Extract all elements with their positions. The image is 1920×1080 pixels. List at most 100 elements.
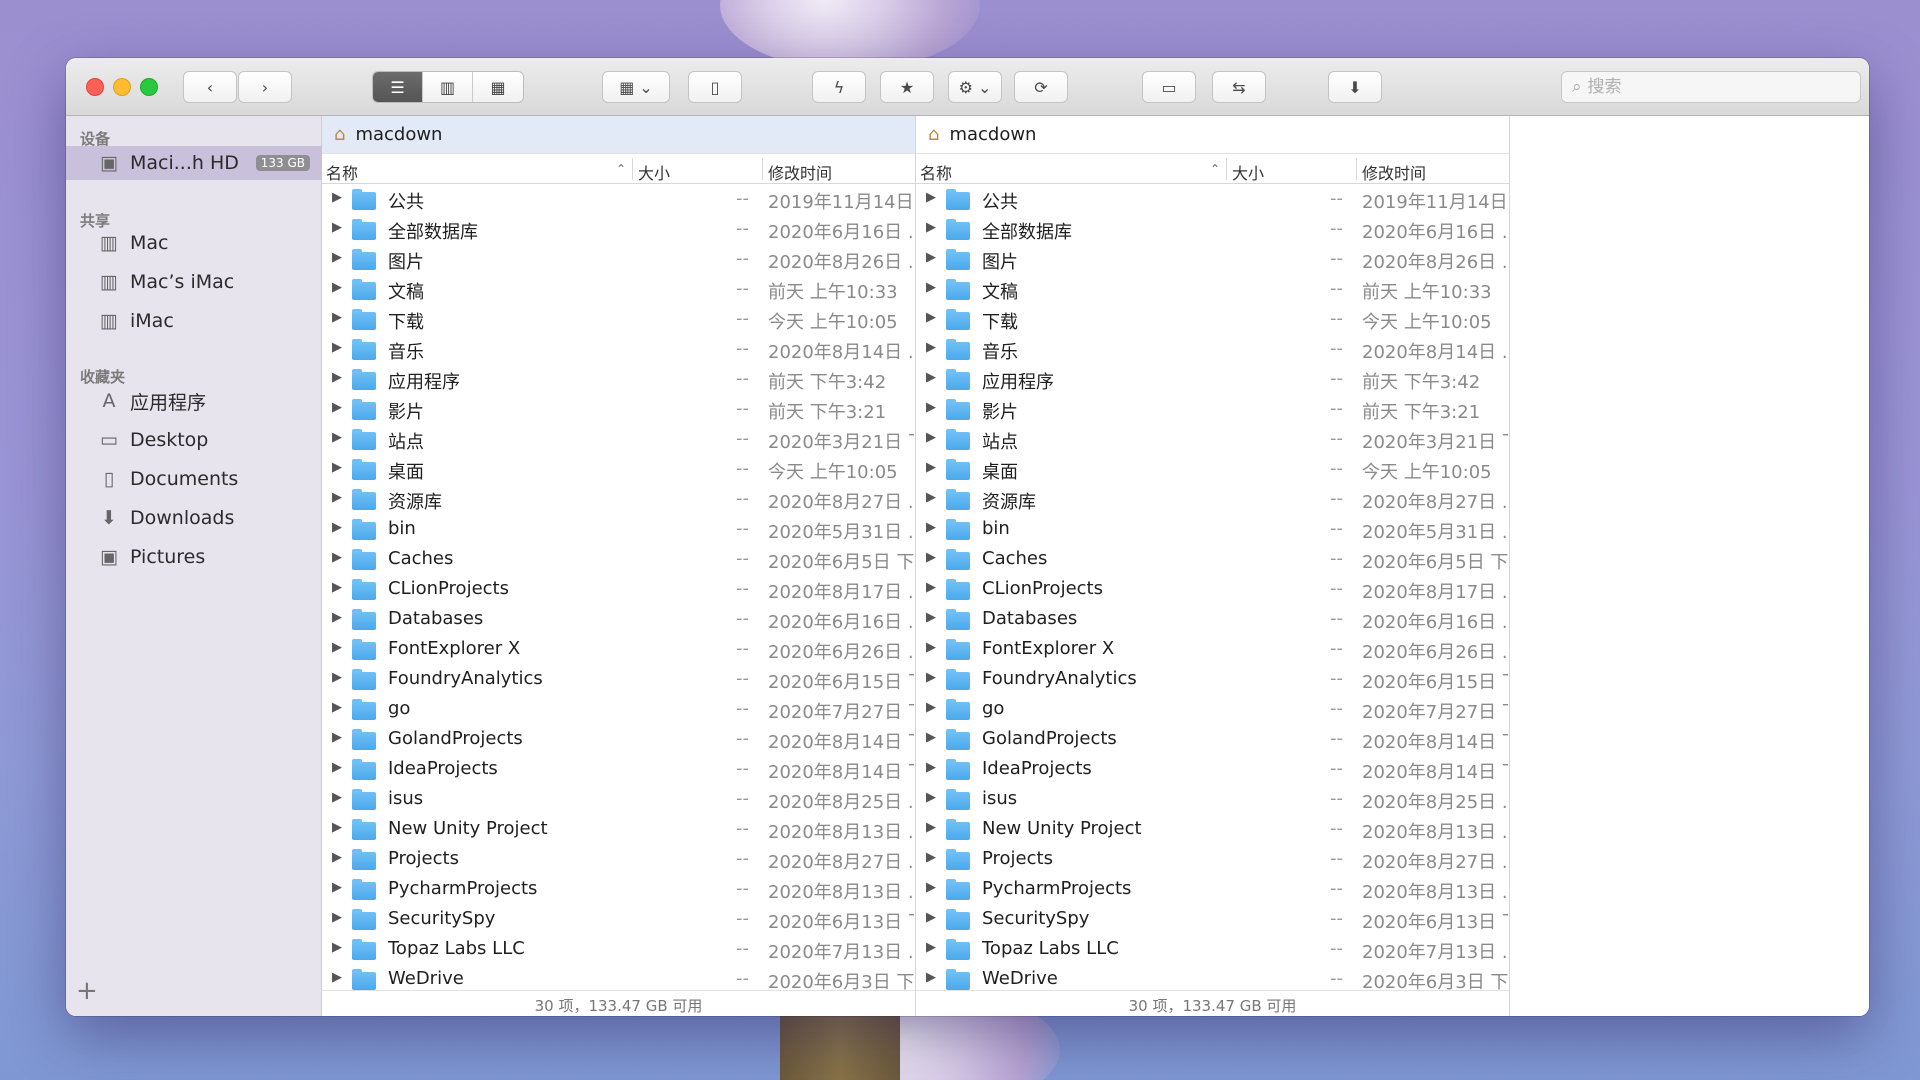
disclosure-triangle-icon[interactable]: ▶	[926, 520, 936, 535]
quick-action-button[interactable]: ϟ	[812, 71, 866, 103]
column-divider[interactable]	[632, 158, 633, 180]
path-bar[interactable]: ⌂ macdown	[322, 116, 915, 154]
table-row[interactable]: ▶ 桌面 -- 今天 上午10:05	[916, 455, 1509, 485]
disclosure-triangle-icon[interactable]: ▶	[926, 880, 936, 895]
disclosure-triangle-icon[interactable]: ▶	[926, 250, 936, 265]
table-row[interactable]: ▶ PycharmProjects -- 2020年8月13日 ...	[322, 875, 915, 905]
disclosure-triangle-icon[interactable]: ▶	[332, 490, 342, 505]
disclosure-triangle-icon[interactable]: ▶	[332, 940, 342, 955]
column-size-header[interactable]: 大小	[638, 160, 670, 184]
table-row[interactable]: ▶ 公共 -- 2019年11月14日	[322, 185, 915, 215]
disclosure-triangle-icon[interactable]: ▶	[926, 370, 936, 385]
disclosure-triangle-icon[interactable]: ▶	[332, 460, 342, 475]
column-modified-header[interactable]: 修改时间	[768, 160, 832, 184]
table-row[interactable]: ▶ 资源库 -- 2020年8月27日 ...	[322, 485, 915, 515]
table-row[interactable]: ▶ 图片 -- 2020年8月26日 ...	[916, 245, 1509, 275]
icon-view-icon[interactable]: ▦	[473, 72, 523, 102]
new-file-button[interactable]: ▯	[688, 71, 742, 103]
disclosure-triangle-icon[interactable]: ▶	[332, 970, 342, 985]
table-row[interactable]: ▶ CLionProjects -- 2020年8月17日 ...	[322, 575, 915, 605]
disclosure-triangle-icon[interactable]: ▶	[332, 820, 342, 835]
disclosure-triangle-icon[interactable]: ▶	[926, 910, 936, 925]
disclosure-triangle-icon[interactable]: ▶	[332, 610, 342, 625]
disclosure-triangle-icon[interactable]: ▶	[332, 640, 342, 655]
disclosure-triangle-icon[interactable]: ▶	[332, 190, 342, 205]
disclosure-triangle-icon[interactable]: ▶	[926, 730, 936, 745]
table-row[interactable]: ▶ 应用程序 -- 前天 下午3:42	[916, 365, 1509, 395]
table-row[interactable]: ▶ Projects -- 2020年8月27日 ...	[916, 845, 1509, 875]
table-row[interactable]: ▶ isus -- 2020年8月25日 ...	[916, 785, 1509, 815]
disclosure-triangle-icon[interactable]: ▶	[332, 430, 342, 445]
disclosure-triangle-icon[interactable]: ▶	[926, 940, 936, 955]
search-field[interactable]: ⌕	[1561, 71, 1861, 103]
disclosure-triangle-icon[interactable]: ▶	[332, 550, 342, 565]
table-row[interactable]: ▶ New Unity Project -- 2020年8月13日 ...	[916, 815, 1509, 845]
table-row[interactable]: ▶ 资源库 -- 2020年8月27日 ...	[916, 485, 1509, 515]
table-row[interactable]: ▶ FoundryAnalytics -- 2020年6月15日 下	[322, 665, 915, 695]
sidebar-item-desktop[interactable]: ▭ Desktop	[66, 423, 322, 457]
column-modified-header[interactable]: 修改时间	[1362, 160, 1426, 184]
disclosure-triangle-icon[interactable]: ▶	[926, 400, 936, 415]
table-row[interactable]: ▶ 公共 -- 2019年11月14日	[916, 185, 1509, 215]
table-row[interactable]: ▶ 站点 -- 2020年3月21日 下	[916, 425, 1509, 455]
disclosure-triangle-icon[interactable]: ▶	[332, 880, 342, 895]
table-row[interactable]: ▶ SecuritySpy -- 2020年6月13日 下	[916, 905, 1509, 935]
column-name-header[interactable]: 名称	[326, 160, 358, 184]
disclosure-triangle-icon[interactable]: ▶	[926, 340, 936, 355]
table-row[interactable]: ▶ 文稿 -- 前天 上午10:33	[916, 275, 1509, 305]
table-row[interactable]: ▶ 全部数据库 -- 2020年6月16日 ...	[916, 215, 1509, 245]
table-row[interactable]: ▶ Databases -- 2020年6月16日 ...	[322, 605, 915, 635]
disclosure-triangle-icon[interactable]: ▶	[926, 700, 936, 715]
table-row[interactable]: ▶ Projects -- 2020年8月27日 ...	[322, 845, 915, 875]
disclosure-triangle-icon[interactable]: ▶	[332, 760, 342, 775]
disclosure-triangle-icon[interactable]: ▶	[332, 370, 342, 385]
table-row[interactable]: ▶ 桌面 -- 今天 上午10:05	[322, 455, 915, 485]
table-row[interactable]: ▶ 下载 -- 今天 上午10:05	[322, 305, 915, 335]
disclosure-triangle-icon[interactable]: ▶	[332, 520, 342, 535]
disclosure-triangle-icon[interactable]: ▶	[926, 970, 936, 985]
table-row[interactable]: ▶ WeDrive -- 2020年6月3日 下	[916, 965, 1509, 990]
table-row[interactable]: ▶ New Unity Project -- 2020年8月13日 ...	[322, 815, 915, 845]
forward-button[interactable]: ›	[238, 71, 292, 103]
sidebar-item-macintosh-hd[interactable]: ▣ Maci...h HD 133 GB	[66, 146, 322, 180]
table-row[interactable]: ▶ GolandProjects -- 2020年8月14日 下	[916, 725, 1509, 755]
disclosure-triangle-icon[interactable]: ▶	[332, 280, 342, 295]
table-row[interactable]: ▶ FontExplorer X -- 2020年6月26日 ...	[322, 635, 915, 665]
disclosure-triangle-icon[interactable]: ▶	[926, 490, 936, 505]
sidebar-item-mac[interactable]: ▥ Mac	[66, 226, 322, 260]
group-by-button[interactable]: ▦ ⌄	[602, 71, 670, 103]
column-size-header[interactable]: 大小	[1232, 160, 1264, 184]
table-row[interactable]: ▶ Topaz Labs LLC -- 2020年7月13日 ...	[322, 935, 915, 965]
column-divider[interactable]	[1226, 158, 1227, 180]
disclosure-triangle-icon[interactable]: ▶	[332, 790, 342, 805]
disclosure-triangle-icon[interactable]: ▶	[332, 670, 342, 685]
favorite-button[interactable]: ★	[880, 71, 934, 103]
sidebar-item-macs-imac[interactable]: ▥ Mac’s iMac	[66, 265, 322, 299]
table-row[interactable]: ▶ FoundryAnalytics -- 2020年6月15日 下	[916, 665, 1509, 695]
disclosure-triangle-icon[interactable]: ▶	[332, 250, 342, 265]
disclosure-triangle-icon[interactable]: ▶	[926, 190, 936, 205]
disclosure-triangle-icon[interactable]: ▶	[926, 670, 936, 685]
zoom-button[interactable]	[140, 78, 158, 96]
table-row[interactable]: ▶ FontExplorer X -- 2020年6月26日 ...	[916, 635, 1509, 665]
search-input[interactable]	[1587, 77, 1838, 97]
terminal-button[interactable]: ▭	[1142, 71, 1196, 103]
table-row[interactable]: ▶ go -- 2020年7月27日 下	[916, 695, 1509, 725]
disclosure-triangle-icon[interactable]: ▶	[332, 730, 342, 745]
table-row[interactable]: ▶ 音乐 -- 2020年8月14日 ...	[916, 335, 1509, 365]
list-view-icon[interactable]: ☰	[373, 72, 423, 102]
add-button[interactable]: +	[76, 976, 98, 1006]
table-row[interactable]: ▶ 影片 -- 前天 下午3:21	[322, 395, 915, 425]
table-row[interactable]: ▶ 应用程序 -- 前天 下午3:42	[322, 365, 915, 395]
disclosure-triangle-icon[interactable]: ▶	[926, 460, 936, 475]
table-row[interactable]: ▶ isus -- 2020年8月25日 ...	[322, 785, 915, 815]
back-button[interactable]: ‹	[183, 71, 237, 103]
disclosure-triangle-icon[interactable]: ▶	[332, 910, 342, 925]
disclosure-triangle-icon[interactable]: ▶	[926, 430, 936, 445]
sidebar-item-documents[interactable]: ▯ Documents	[66, 462, 322, 496]
close-button[interactable]	[86, 78, 104, 96]
disclosure-triangle-icon[interactable]: ▶	[926, 790, 936, 805]
table-row[interactable]: ▶ 影片 -- 前天 下午3:21	[916, 395, 1509, 425]
sidebar-item-downloads[interactable]: ⬇ Downloads	[66, 501, 322, 535]
compare-button[interactable]: ⇆	[1212, 71, 1266, 103]
